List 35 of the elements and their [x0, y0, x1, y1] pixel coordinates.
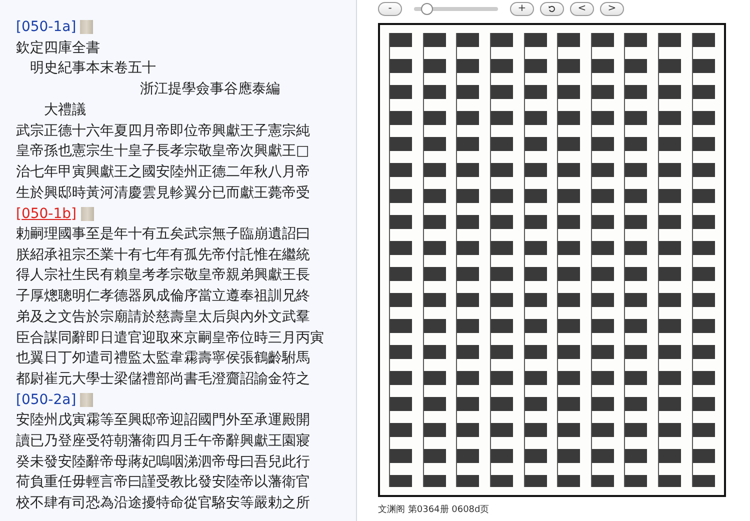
text-line: 子厚熜聰明仁孝德器夙成倫序當立遵奉祖訓兄終 — [16, 287, 310, 306]
text-line: 欽定四庫全書 — [16, 38, 100, 58]
slider-thumb[interactable] — [420, 3, 433, 15]
text-line: 生於興邸時黃河清慶雲見軫翼分已而獻王薨帝受 — [16, 184, 310, 203]
text-line: 武宗正德十六年夏四月帝即位帝興獻王子憲宗純 — [16, 122, 310, 140]
page-thumbnail-icon[interactable] — [80, 206, 94, 221]
page-link[interactable]: [050-1a] — [16, 19, 76, 36]
page-thumbnail-icon[interactable] — [80, 392, 94, 407]
text-line: 大禮議 — [44, 100, 86, 120]
text-line: 安陸州戊寅霦等至興邸帝迎詔國門外至承運殿開 — [16, 411, 310, 430]
text-line: 癸未發安陸辭帝母蔣妃嗚咽涕泗帝母曰吾兒此行 — [16, 452, 310, 472]
text-line: 也翼日丁夘遣司禮監太監韋霦壽寧侯張鶴齡駙馬 — [16, 349, 310, 368]
previous-button[interactable]: < — [570, 2, 594, 16]
text-line: 都尉崔元大學士梁儲禮部尚書毛澄齎詔諭金符之 — [16, 370, 310, 389]
text-line: 明史紀事本末卷五十 — [30, 59, 156, 78]
text-line: 荷負重任毋輕言帝曰謹受教比發安陸帝以藩衛官 — [16, 473, 310, 492]
text-line: 朕紹承祖宗丕業十有七年有孤先帝付託惟在繼統 — [16, 246, 310, 265]
page-link[interactable]: [050-2a] — [16, 392, 76, 408]
text-line: 臣合謀同辭即日遣官迎取來京嗣皇帝位時三月丙寅 — [16, 328, 324, 348]
text-line: 得人宗社生民有賴皇考孝宗敬皇帝親弟興獻王長 — [16, 266, 310, 286]
text-line: 治七年甲寅興獻王之國安陸州正德二年秋八月帝 — [16, 162, 310, 182]
text-line: 勅嗣理國事至是年十有五矣武宗無子臨崩遺詔曰 — [16, 225, 310, 244]
page-link[interactable]: [050-1b] — [16, 206, 76, 222]
text-line: 弟及之文告於宗廟請於慈壽皇太后與內外文武羣 — [16, 308, 310, 327]
rotate-button[interactable] — [540, 2, 564, 16]
page-caption: 文渊阁 第0364册 0608d页 — [378, 504, 490, 516]
rotate-icon — [548, 5, 556, 13]
zoom-in-button[interactable]: + — [510, 2, 534, 16]
page-thumbnail-icon[interactable] — [80, 20, 94, 34]
text-line: 校不肆有司恐為沿途擾特命從官駱安等嚴勅之所 — [16, 494, 310, 514]
zoom-out-button[interactable]: - — [378, 2, 402, 16]
next-button[interactable]: > — [600, 2, 624, 16]
text-line: 皇帝孫也憲宗生十皇子長孝宗敬皇帝次興獻王□ — [16, 142, 310, 162]
text-line: 浙江提學僉事谷應泰編 — [140, 80, 280, 100]
text-line: 讀已乃登座受符朝藩衛四月壬午帝辭興獻王園寢 — [16, 432, 310, 452]
